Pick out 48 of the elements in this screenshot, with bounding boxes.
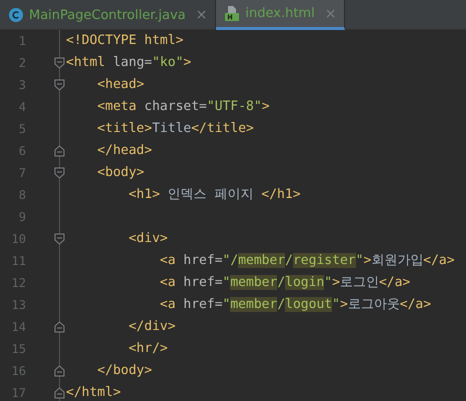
line-number: 2 <box>18 56 26 70</box>
fold-icon[interactable] <box>54 57 65 69</box>
code-line: <body> <box>97 164 144 182</box>
tab-label: index.html <box>245 6 315 21</box>
fold-icon[interactable] <box>54 387 65 399</box>
line-number: 1 <box>18 34 26 48</box>
code-line: <hr/> <box>128 340 168 358</box>
code-line: <div> <box>128 230 168 248</box>
fold-icon[interactable] <box>54 233 65 245</box>
line-number: 6 <box>18 144 26 158</box>
code-line: <meta charset="UTF-8"> <box>97 98 270 116</box>
line-number: 16 <box>10 364 26 378</box>
code-line: </html> <box>66 384 121 401</box>
code-line: <head> <box>97 76 144 94</box>
class-icon <box>9 8 23 22</box>
code-line: </div> <box>128 318 176 336</box>
line-number: 17 <box>10 386 26 400</box>
code-line: <!DOCTYPE html> <box>66 32 184 50</box>
line-number: 5 <box>18 122 26 136</box>
code-line: <a href="member/login">로그인</a> <box>160 274 410 292</box>
fold-icon[interactable] <box>54 145 65 157</box>
code-line: <h1> 인덱스 페이지 </h1> <box>128 186 301 204</box>
code-line: <title>Title</title> <box>97 120 254 138</box>
fold-icon[interactable] <box>54 321 65 333</box>
fold-icon[interactable] <box>54 365 65 377</box>
line-number: 12 <box>10 276 26 290</box>
close-icon[interactable]: × <box>324 6 336 22</box>
code-line: </body> <box>97 362 152 380</box>
line-number: 8 <box>18 188 26 202</box>
tab-label: MainPageController.java <box>29 8 186 22</box>
close-icon[interactable]: × <box>196 7 208 23</box>
line-number: 14 <box>10 320 26 334</box>
line-number: 3 <box>18 78 26 92</box>
code-line: <a href="/member/register">회원가입</a> <box>160 252 455 270</box>
code-line: <html lang="ko"> <box>66 54 192 72</box>
line-number: 13 <box>10 298 26 312</box>
code-line: <a href="member/logout">로그아웃</a> <box>160 296 432 314</box>
html-file-icon <box>225 6 240 21</box>
line-number: 9 <box>18 210 26 224</box>
line-number: 4 <box>18 100 26 114</box>
editor-tab[interactable]: index.html × <box>216 0 346 30</box>
line-number: 10 <box>10 232 26 246</box>
line-number: 7 <box>18 166 26 180</box>
code-line: </head> <box>97 142 152 160</box>
line-number: 15 <box>10 342 26 356</box>
line-number: 11 <box>10 254 26 268</box>
fold-icon[interactable] <box>54 79 65 91</box>
fold-icon[interactable] <box>54 167 65 179</box>
